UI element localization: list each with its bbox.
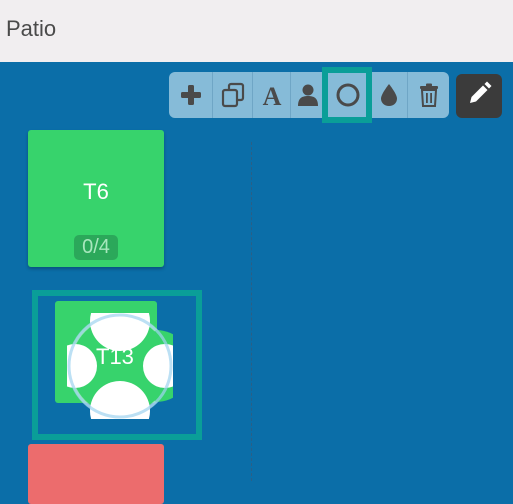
edit-mode-button[interactable] — [456, 74, 502, 118]
selection-box — [32, 290, 202, 440]
pencil-icon — [466, 81, 492, 112]
table-seat-count: 0/4 — [74, 235, 118, 260]
person-button[interactable] — [290, 72, 325, 118]
plus-icon — [179, 83, 203, 107]
user-icon — [297, 83, 319, 107]
droplet-icon — [380, 83, 398, 107]
trash-icon — [418, 83, 440, 107]
duplicate-button[interactable] — [212, 72, 252, 118]
area-title: Patio — [6, 16, 57, 41]
font-icon: A — [259, 82, 285, 108]
floor-plan-canvas[interactable]: A T6 0/4 T13 — [0, 62, 513, 504]
edit-toolbar: A — [169, 67, 449, 123]
text-button[interactable]: A — [252, 72, 290, 118]
table-name: T6 — [83, 179, 109, 204]
table-t6[interactable]: T6 0/4 — [28, 130, 164, 267]
color-button[interactable] — [369, 72, 407, 118]
table-occupied[interactable] — [28, 444, 164, 504]
canvas-divider — [251, 142, 252, 481]
svg-text:A: A — [262, 82, 281, 108]
delete-button[interactable] — [407, 72, 449, 118]
copy-icon — [220, 82, 246, 108]
app-header: Patio — [0, 0, 513, 62]
selected-tool-highlight — [322, 67, 372, 123]
add-button[interactable] — [169, 72, 212, 118]
